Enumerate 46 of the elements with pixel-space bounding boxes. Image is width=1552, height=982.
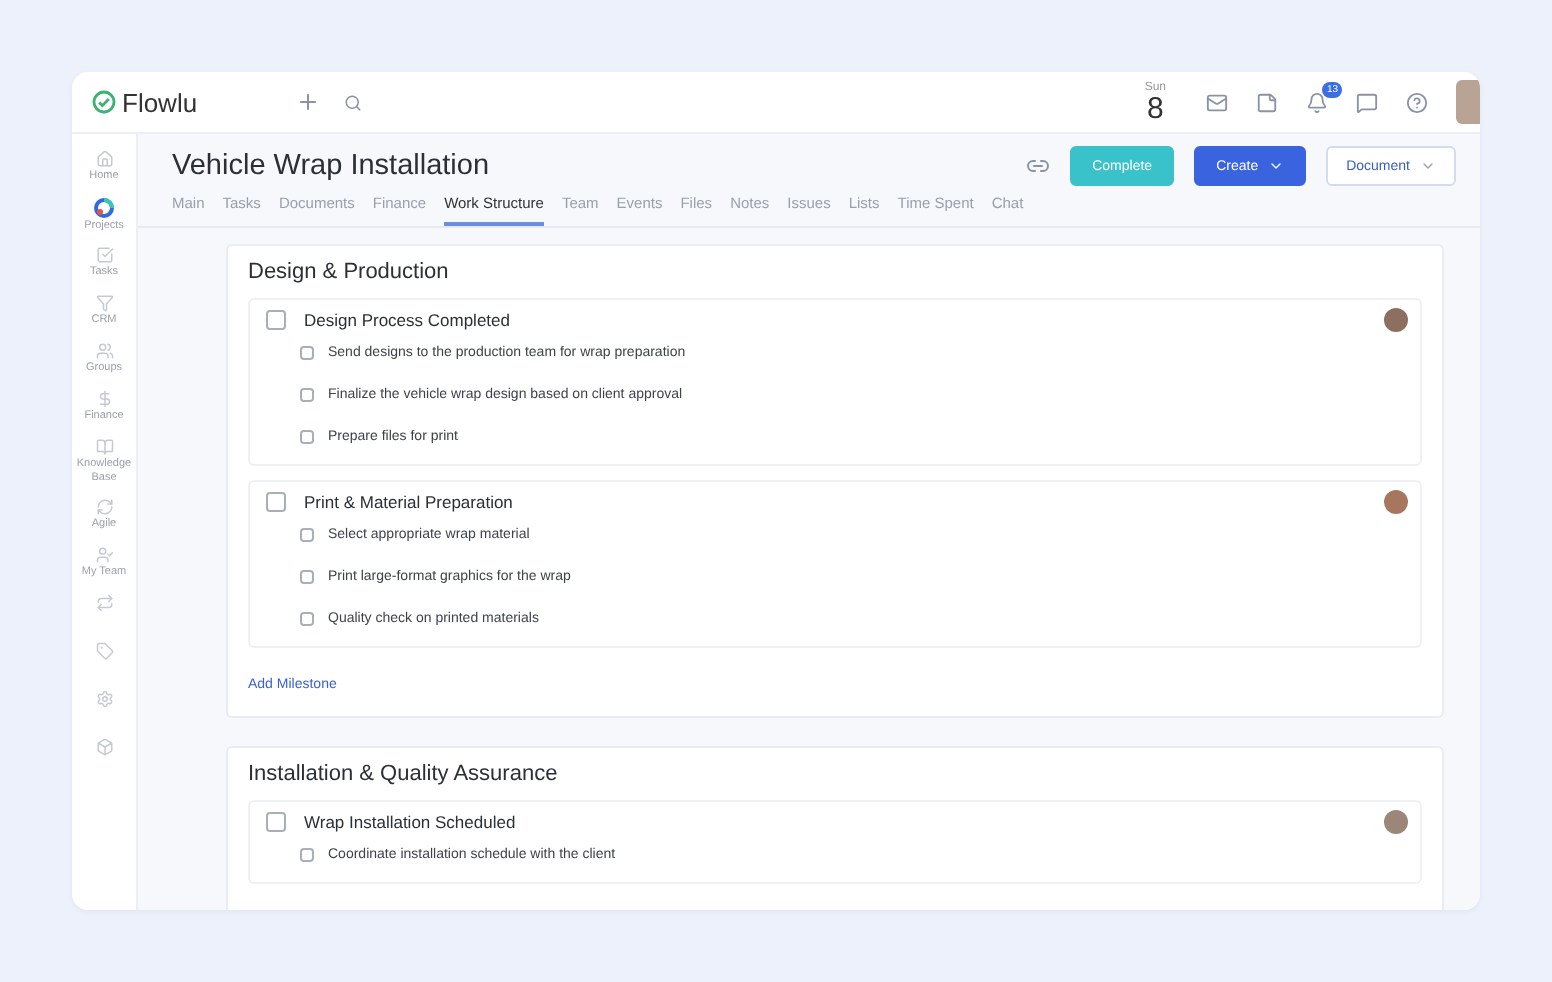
checkbox[interactable] bbox=[300, 612, 314, 626]
checkbox[interactable] bbox=[300, 848, 314, 862]
checkbox[interactable] bbox=[300, 570, 314, 584]
chevron-down-icon bbox=[1420, 158, 1436, 174]
checkbox[interactable] bbox=[266, 492, 286, 512]
projects-icon bbox=[94, 198, 114, 218]
checkbox[interactable] bbox=[266, 310, 286, 330]
sidebar-icon bbox=[95, 737, 113, 756]
plus-icon[interactable] bbox=[296, 90, 320, 114]
mail-icon[interactable] bbox=[1206, 91, 1228, 113]
search-icon[interactable] bbox=[344, 93, 362, 111]
checkbox[interactable] bbox=[300, 528, 314, 542]
app-name: Flowlu bbox=[122, 87, 198, 117]
flowlu-logo[interactable]: Flowlu bbox=[92, 87, 280, 117]
sidebar-icon bbox=[95, 438, 113, 457]
checkbox[interactable] bbox=[300, 430, 314, 444]
user-avatar[interactable] bbox=[1456, 80, 1480, 124]
sidebar-icon bbox=[95, 150, 113, 168]
assignee-avatar bbox=[1384, 490, 1408, 514]
assignee-avatar bbox=[1384, 810, 1408, 834]
sidebar-icon bbox=[95, 246, 113, 265]
checkbox[interactable] bbox=[266, 812, 286, 832]
check-circle-icon bbox=[92, 90, 116, 114]
milestone-title: Design Process Completed bbox=[304, 310, 510, 330]
link-icon[interactable] bbox=[1026, 154, 1051, 178]
sidebar-icon bbox=[95, 689, 113, 708]
sidebar-icon bbox=[95, 641, 113, 660]
stage-title: Installation & Quality Assurance bbox=[248, 762, 560, 786]
sidebar-icon bbox=[95, 342, 113, 361]
help-icon[interactable] bbox=[1406, 91, 1428, 113]
note-icon[interactable] bbox=[1256, 91, 1278, 113]
sidebar-icon bbox=[95, 294, 113, 313]
stage-title: Design & Production bbox=[248, 260, 451, 284]
checkbox[interactable] bbox=[300, 346, 314, 360]
chat-icon[interactable] bbox=[1356, 91, 1378, 113]
sidebar-icon bbox=[95, 497, 113, 516]
bell-icon[interactable] bbox=[1306, 91, 1328, 113]
project-title: Vehicle Wrap Installation bbox=[172, 150, 490, 182]
assignee-avatar bbox=[1384, 308, 1408, 332]
chevron-down-icon bbox=[1268, 158, 1285, 174]
milestone-title: Print & Material Preparation bbox=[304, 492, 513, 512]
sidebar-icon bbox=[95, 390, 113, 409]
milestone-title: Wrap Installation Scheduled bbox=[304, 812, 516, 832]
sidebar-icon bbox=[95, 545, 113, 564]
checkbox[interactable] bbox=[300, 388, 314, 402]
sidebar-icon bbox=[95, 593, 113, 612]
